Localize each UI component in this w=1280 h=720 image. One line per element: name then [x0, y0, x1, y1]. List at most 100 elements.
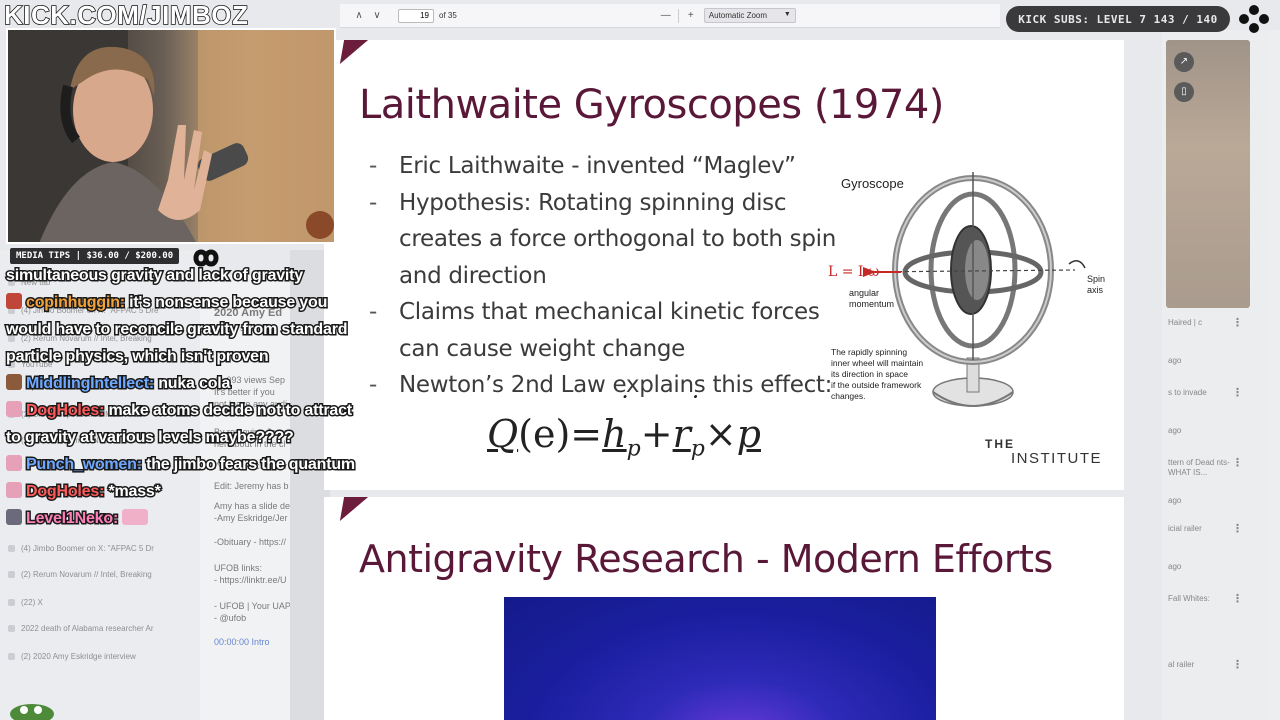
chat-message: DogHoles: *mass* [6, 478, 358, 505]
user-avatar-icon [6, 374, 22, 390]
logo-name: INSTITUTE [1011, 450, 1102, 467]
slide-bullet-list: Eric Laithwaite - invented “Maglev” Hypo… [369, 148, 839, 404]
user-avatar-icon [6, 293, 22, 309]
user-avatar-icon [6, 509, 22, 525]
bg-desc-line: UFOB links: [214, 563, 263, 573]
figure-caption-line: inner wheel will maintain [831, 358, 923, 368]
zoom-select[interactable]: Automatic Zoom ▼ [703, 8, 796, 23]
figure-caption-line: changes. [831, 391, 866, 401]
chat-message: copinhuggin: it's nonsense because you w… [4, 289, 358, 370]
bg-desc-line[interactable]: 00:00:00 Intro [214, 637, 270, 647]
gyro-wheel-hub [965, 240, 989, 300]
share-icon[interactable]: ↗ [1174, 52, 1194, 72]
figure-title: Gyroscope [841, 176, 904, 191]
chat-message: Punch_women: the jimbo fears the quantum [6, 451, 358, 478]
bg-desc-line[interactable]: - @ufob [214, 613, 246, 623]
slide-title: Laithwaite Gyroscopes (1974) [359, 82, 944, 128]
formula-lhs: Q [487, 412, 519, 456]
webcam-feed [6, 28, 336, 244]
chat-text: nuka cola [157, 374, 232, 394]
page-number-input[interactable] [398, 8, 434, 23]
pdf-page-slide: Antigravity Research - Modern Efforts [324, 497, 1124, 720]
recommendation-title[interactable]: icial railer [1168, 524, 1230, 534]
figure-caption-line: its direction in space [831, 369, 908, 379]
more-options-icon[interactable]: ⋮ [1232, 658, 1243, 671]
chat-username[interactable]: DogHoles: [24, 482, 105, 502]
recommendation-title[interactable]: Fall Whites: [1168, 594, 1230, 604]
recommendation-meta: ago [1168, 562, 1182, 571]
formula-sub: p [690, 436, 705, 462]
more-options-icon[interactable]: ⋮ [1232, 456, 1243, 469]
more-options-icon[interactable]: ⋮ [1232, 386, 1243, 399]
momentum-equation: L = I ω [828, 264, 879, 280]
figure-caption-line: if the outside framework [831, 380, 922, 390]
bullet-item: Eric Laithwaite - invented “Maglev” [369, 148, 839, 185]
user-avatar-icon [6, 401, 22, 417]
next-page-icon[interactable]: ∨ [368, 7, 386, 25]
chat-message: Level1Neko: [6, 505, 358, 532]
recommendation-title[interactable]: Haired | c [1168, 318, 1230, 328]
formula-term-r: r [673, 412, 691, 456]
chat-text: simultaneous gravity and lack of gravity [5, 266, 305, 286]
user-avatar-icon [6, 482, 22, 498]
chevron-down-icon: ▼ [783, 11, 791, 18]
formula-term-h: h [602, 412, 626, 456]
bg-tab[interactable]: 2022 death of Alabama researcher Ar [8, 624, 198, 633]
more-options-icon[interactable]: ⋮ [1232, 316, 1243, 329]
formula-paren: (e) [518, 412, 571, 456]
chat-text: *mass* [107, 482, 162, 502]
recommendation-meta: ago [1168, 426, 1182, 435]
formula-plus: + [640, 412, 673, 456]
more-options-icon[interactable]: ⋮ [1232, 592, 1243, 605]
pdf-toolbar: ∧ ∨ of 35 — + Automatic Zoom ▼ [340, 4, 1000, 28]
stream-url-overlay: KICK.COM/JIMBOZ [3, 0, 249, 31]
chibi-sticker [306, 211, 334, 239]
zoom-in-icon[interactable]: + [682, 7, 700, 25]
chat-username[interactable]: Punch_women: [25, 455, 144, 475]
page-count: of 35 [439, 11, 457, 20]
figure-label-axis: axis [1087, 285, 1104, 295]
figure-label-spin: Spin [1087, 274, 1105, 284]
recommendation-title[interactable]: s to invade [1168, 388, 1230, 398]
bg-tab[interactable]: (4) Jimbo Boomer on X: "AFPAC 5 Dr [8, 544, 198, 553]
recommendation-title[interactable]: ttern of Dead nts- WHAT IS... [1168, 458, 1230, 478]
webcam-image [8, 30, 334, 242]
formula-eq: = [570, 412, 603, 456]
slide-corner-accent [339, 40, 369, 64]
recommended-video-thumbnail[interactable] [1166, 40, 1250, 308]
spin-arrow-icon [1068, 260, 1086, 269]
bg-desc-line: - UFOB | Your UAP [214, 601, 291, 611]
bg-tab[interactable]: (2) 2020 Amy Eskridge interview [8, 652, 198, 661]
recommendation-meta: ago [1168, 356, 1182, 365]
chat-username[interactable]: Level1Neko: [24, 509, 119, 529]
formula-term-p: p [736, 412, 761, 456]
figure-label-angular: angular [849, 288, 879, 298]
logo-the: THE [985, 437, 1015, 451]
gyroscope-diagram: Gyroscope L = I ω angular momentum Spin … [828, 172, 1105, 407]
pdf-page-slide: Laithwaite Gyroscopes (1974) Eric Laithw… [324, 40, 1124, 490]
bg-tab[interactable]: (2) Rerum Novarum // Intel, Breaking [8, 570, 198, 579]
bullet-item: Hypothesis: Rotating spinning disc creat… [369, 185, 839, 295]
chat-message: simultaneous gravity and lack of gravity [5, 262, 358, 289]
recommendation-meta: ago [1168, 496, 1182, 505]
chat-username[interactable]: copinhuggin: [25, 293, 127, 313]
toolbar-divider [677, 8, 679, 23]
more-options-icon[interactable]: ⋮ [1232, 522, 1243, 535]
chat-username[interactable]: DogHoles: [24, 401, 105, 421]
bg-desc-line[interactable]: - https://linktr.ee/U [214, 575, 287, 585]
bullet-item: Newton’s 2nd Law explains this effect: [369, 367, 839, 404]
chat-message: MiddlingIntellect: nuka cola [6, 370, 358, 397]
previous-page-icon[interactable]: ∧ [350, 7, 368, 25]
figure-label-momentum: momentum [849, 299, 894, 309]
zoom-select-value: Automatic Zoom [708, 11, 768, 20]
bg-tab[interactable]: (22) X [8, 598, 198, 607]
figure-caption-line: The rapidly spinning [831, 347, 907, 357]
zoom-out-icon[interactable]: — [657, 7, 675, 25]
layout-icon[interactable]: ▯ [1174, 82, 1194, 102]
recommendation-title[interactable]: al railer [1168, 660, 1230, 670]
slide-photo [504, 597, 936, 720]
slide-title: Antigravity Research - Modern Efforts [359, 537, 1053, 581]
chat-username[interactable]: MiddlingIntellect: [25, 374, 156, 394]
stream-chat-overlay: simultaneous gravity and lack of gravity… [4, 262, 358, 532]
formula-times: × [704, 412, 737, 456]
